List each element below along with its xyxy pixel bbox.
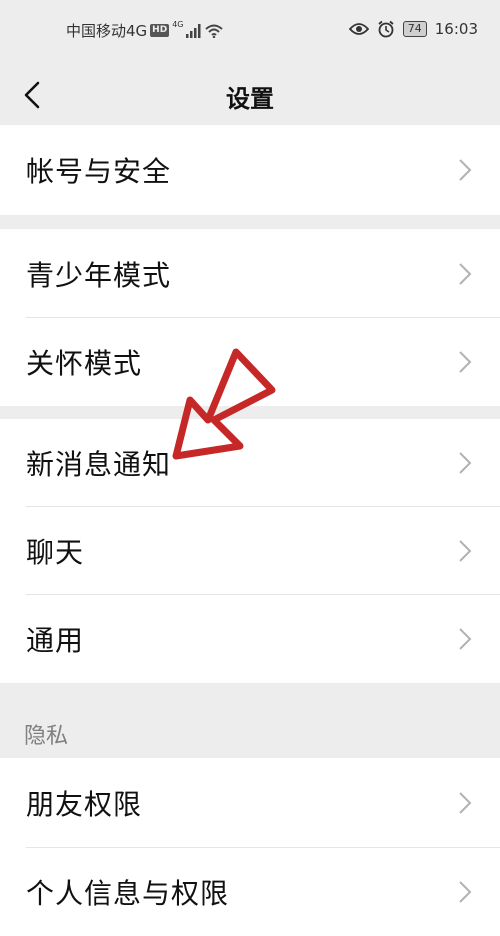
menu-item-label: 青少年模式 [26, 258, 172, 292]
signal-icon [186, 23, 201, 38]
menu-item-general[interactable]: 通用 [0, 595, 500, 683]
clock-label: 16:03 [434, 20, 478, 38]
chevron-right-icon [459, 628, 472, 650]
status-bar-left: 中国移动4G HD 4G [66, 20, 224, 41]
status-bar-right: 74 16:03 [348, 20, 478, 38]
menu-item-friend-permissions[interactable]: 朋友权限 [0, 758, 500, 848]
navigation-bar: 设置 [0, 62, 500, 124]
battery-indicator: 74 [402, 21, 427, 37]
menu-item-label: 新消息通知 [26, 448, 172, 481]
chevron-right-icon [459, 540, 472, 562]
menu-item-label: 帐号与安全 [26, 155, 172, 188]
status-bar: 中国移动4G HD 4G 74 16:03 [0, 0, 500, 62]
chevron-right-icon [459, 159, 472, 181]
menu-item-teen-mode[interactable]: 青少年模式 [0, 229, 500, 318]
page-title: 设置 [226, 85, 274, 113]
hd-badge: HD [150, 24, 170, 37]
menu-item-personal-info-permissions[interactable]: 个人信息与权限 [0, 848, 500, 936]
chevron-right-icon [459, 452, 472, 474]
menu-item-label: 关怀模式 [26, 347, 143, 380]
alarm-clock-icon [378, 20, 394, 38]
chevron-right-icon [459, 881, 472, 903]
menu-item-chat[interactable]: 聊天 [0, 507, 500, 595]
chevron-right-icon [459, 262, 472, 285]
chevron-right-icon [459, 792, 472, 814]
menu-item-label: 个人信息与权限 [26, 877, 230, 910]
wifi-icon [205, 24, 224, 38]
menu-item-label: 通用 [26, 624, 85, 657]
menu-item-care-mode[interactable]: 关怀模式 [0, 318, 500, 406]
menu-item-account-security[interactable]: 帐号与安全 [0, 125, 500, 215]
menu-item-label: 朋友权限 [26, 788, 143, 821]
eye-icon [348, 23, 369, 35]
menu-item-new-message-notification[interactable]: 新消息通知 [0, 419, 500, 507]
menu-item-label: 聊天 [26, 536, 85, 569]
section-header-privacy: 隐私 [24, 724, 69, 749]
network-type-label: 4G [172, 20, 184, 29]
chevron-right-icon [459, 351, 472, 373]
carrier-label: 中国移动4G [66, 22, 148, 40]
